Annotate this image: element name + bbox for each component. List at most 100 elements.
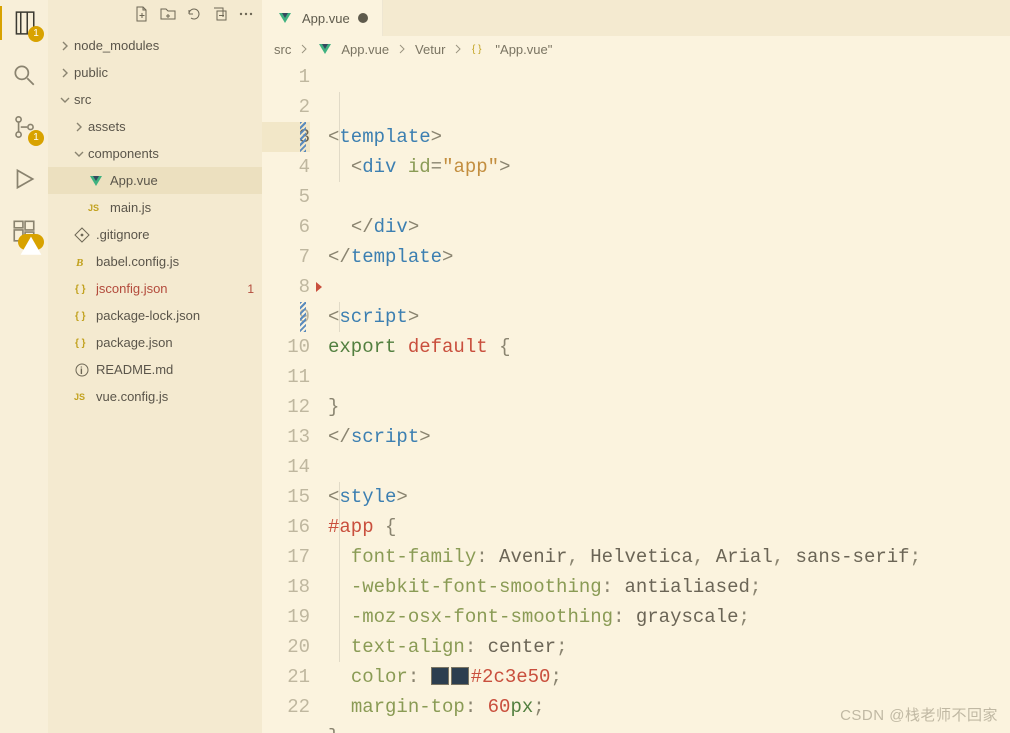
breadcrumb-item[interactable]: "App.vue" — [495, 42, 552, 57]
tree-label: assets — [88, 119, 254, 134]
tree-folder-assets[interactable]: assets — [48, 113, 262, 140]
code-line[interactable]: </script> — [328, 422, 1010, 452]
tree-file-main-js[interactable]: JSmain.js — [48, 194, 262, 221]
activity-search[interactable] — [0, 58, 48, 92]
line-number: 15 — [262, 482, 310, 512]
chevron-none-icon — [58, 282, 72, 296]
tree-folder-src[interactable]: src — [48, 86, 262, 113]
activity-extensions[interactable] — [0, 214, 48, 248]
vue-file-icon — [276, 9, 294, 27]
code-line[interactable] — [328, 362, 1010, 392]
vue-file-icon — [88, 173, 104, 189]
chevron-right-icon[interactable] — [72, 120, 86, 134]
tree-folder-node-modules[interactable]: node_modules — [48, 32, 262, 59]
tree-label: .gitignore — [96, 227, 254, 242]
tree-file-app-vue[interactable]: App.vue — [48, 167, 262, 194]
code-line[interactable]: margin-top: 60px; — [328, 692, 1010, 722]
tree-file-package-json[interactable]: { } package.json — [48, 329, 262, 356]
breadcrumb-item[interactable]: App.vue — [341, 42, 389, 57]
json-file-icon: { } — [74, 335, 90, 351]
line-number: 10 — [262, 332, 310, 362]
tree-file-vue-config-js[interactable]: JS vue.config.js — [48, 383, 262, 410]
code-line[interactable]: <script> — [328, 302, 1010, 332]
code[interactable]: <template> <div id="app"> </div></templa… — [328, 62, 1010, 733]
code-line[interactable]: export default { — [328, 332, 1010, 362]
color-swatch[interactable] — [431, 667, 449, 685]
chevron-none-icon — [58, 309, 72, 323]
code-line[interactable]: <style> — [328, 482, 1010, 512]
code-line[interactable] — [328, 272, 1010, 302]
breadcrumb-item[interactable]: Vetur — [415, 42, 445, 57]
chevron-down-icon[interactable] — [58, 93, 72, 107]
file-tree: node_modulespublic src assets components App… — [48, 28, 262, 410]
more-icon[interactable] — [238, 6, 254, 22]
tree-label: public — [74, 65, 254, 80]
line-number: 11 — [262, 362, 310, 392]
code-line[interactable]: -moz-osx-font-smoothing: grayscale; — [328, 602, 1010, 632]
activity-run-debug[interactable] — [0, 162, 48, 196]
new-folder-icon[interactable] — [160, 6, 176, 22]
code-area[interactable]: 12345678910111213141516171819202122 <tem… — [262, 62, 1010, 733]
tree-file-jsconfig-json[interactable]: { }jsconfig.json1 — [48, 275, 262, 302]
modified-gutter-icon — [300, 302, 306, 332]
svg-text:JS: JS — [88, 203, 99, 213]
tree-label: src — [74, 92, 254, 107]
code-line[interactable]: color: #2c3e50; — [328, 662, 1010, 692]
refresh-icon[interactable] — [186, 6, 202, 22]
code-line[interactable]: </template> — [328, 242, 1010, 272]
gutter: 12345678910111213141516171819202122 — [262, 62, 328, 733]
code-line[interactable]: <template> — [328, 122, 1010, 152]
babel-file-icon: B — [74, 254, 90, 270]
chevron-down-icon[interactable] — [72, 147, 86, 161]
new-file-icon[interactable] — [134, 6, 150, 22]
svg-text:JS: JS — [74, 392, 85, 402]
chevron-right-icon[interactable] — [58, 39, 72, 53]
svg-text:{ }: { } — [472, 44, 482, 55]
code-line[interactable]: font-family: Avenir, Helvetica, Arial, s… — [328, 542, 1010, 572]
breadcrumbs[interactable]: src App.vue Vetur { } "App.vue" — [262, 36, 1010, 62]
tree-label: components — [88, 146, 254, 161]
code-line[interactable]: } — [328, 722, 1010, 733]
line-number: 5 — [262, 182, 310, 212]
breakpoint-icon[interactable] — [316, 282, 322, 292]
info-file-icon: i — [74, 362, 90, 378]
activity-bar: 11 — [0, 0, 48, 733]
code-line[interactable]: </div> — [328, 212, 1010, 242]
tree-folder-public[interactable]: public — [48, 59, 262, 86]
color-swatch[interactable] — [451, 667, 469, 685]
chevron-none-icon — [72, 174, 86, 188]
tab-dirty-icon[interactable] — [358, 13, 368, 23]
tree-file-babel-config-js[interactable]: Bbabel.config.js — [48, 248, 262, 275]
code-line[interactable]: text-align: center; — [328, 632, 1010, 662]
tree-file-readme-md[interactable]: iREADME.md — [48, 356, 262, 383]
svg-text:i: i — [80, 366, 83, 377]
git-file-icon — [74, 227, 90, 243]
code-line[interactable] — [328, 182, 1010, 212]
svg-text:B: B — [75, 257, 83, 269]
code-line[interactable]: -webkit-font-smoothing: antialiased; — [328, 572, 1010, 602]
code-line[interactable]: } — [328, 392, 1010, 422]
line-number: 13 — [262, 422, 310, 452]
line-number: 16 — [262, 512, 310, 542]
code-line[interactable]: #app { — [328, 512, 1010, 542]
tab-label: App.vue — [302, 11, 350, 26]
code-line[interactable]: <div id="app"> — [328, 152, 1010, 182]
line-number: 9 — [262, 302, 310, 332]
tree-label: vue.config.js — [96, 389, 254, 404]
line-number: 22 — [262, 692, 310, 722]
json-file-icon: { } — [74, 281, 90, 297]
tree-label: package.json — [96, 335, 254, 350]
json-file-icon: { } — [74, 308, 90, 324]
collapse-all-icon[interactable] — [212, 6, 228, 22]
tree-folder-components[interactable]: components — [48, 140, 262, 167]
chevron-none-icon — [58, 228, 72, 242]
activity-source-control[interactable]: 1 — [0, 110, 48, 144]
chevron-right-icon[interactable] — [58, 66, 72, 80]
explorer-sidebar: node_modulespublic src assets components App… — [48, 0, 262, 733]
activity-explorer[interactable]: 1 — [0, 6, 48, 40]
breadcrumb-item[interactable]: src — [274, 42, 291, 57]
tree-file-package-lock-json[interactable]: { }package-lock.json — [48, 302, 262, 329]
code-line[interactable] — [328, 452, 1010, 482]
tree-file--gitignore[interactable]: .gitignore — [48, 221, 262, 248]
tab-app-vue[interactable]: App.vue — [262, 0, 383, 36]
